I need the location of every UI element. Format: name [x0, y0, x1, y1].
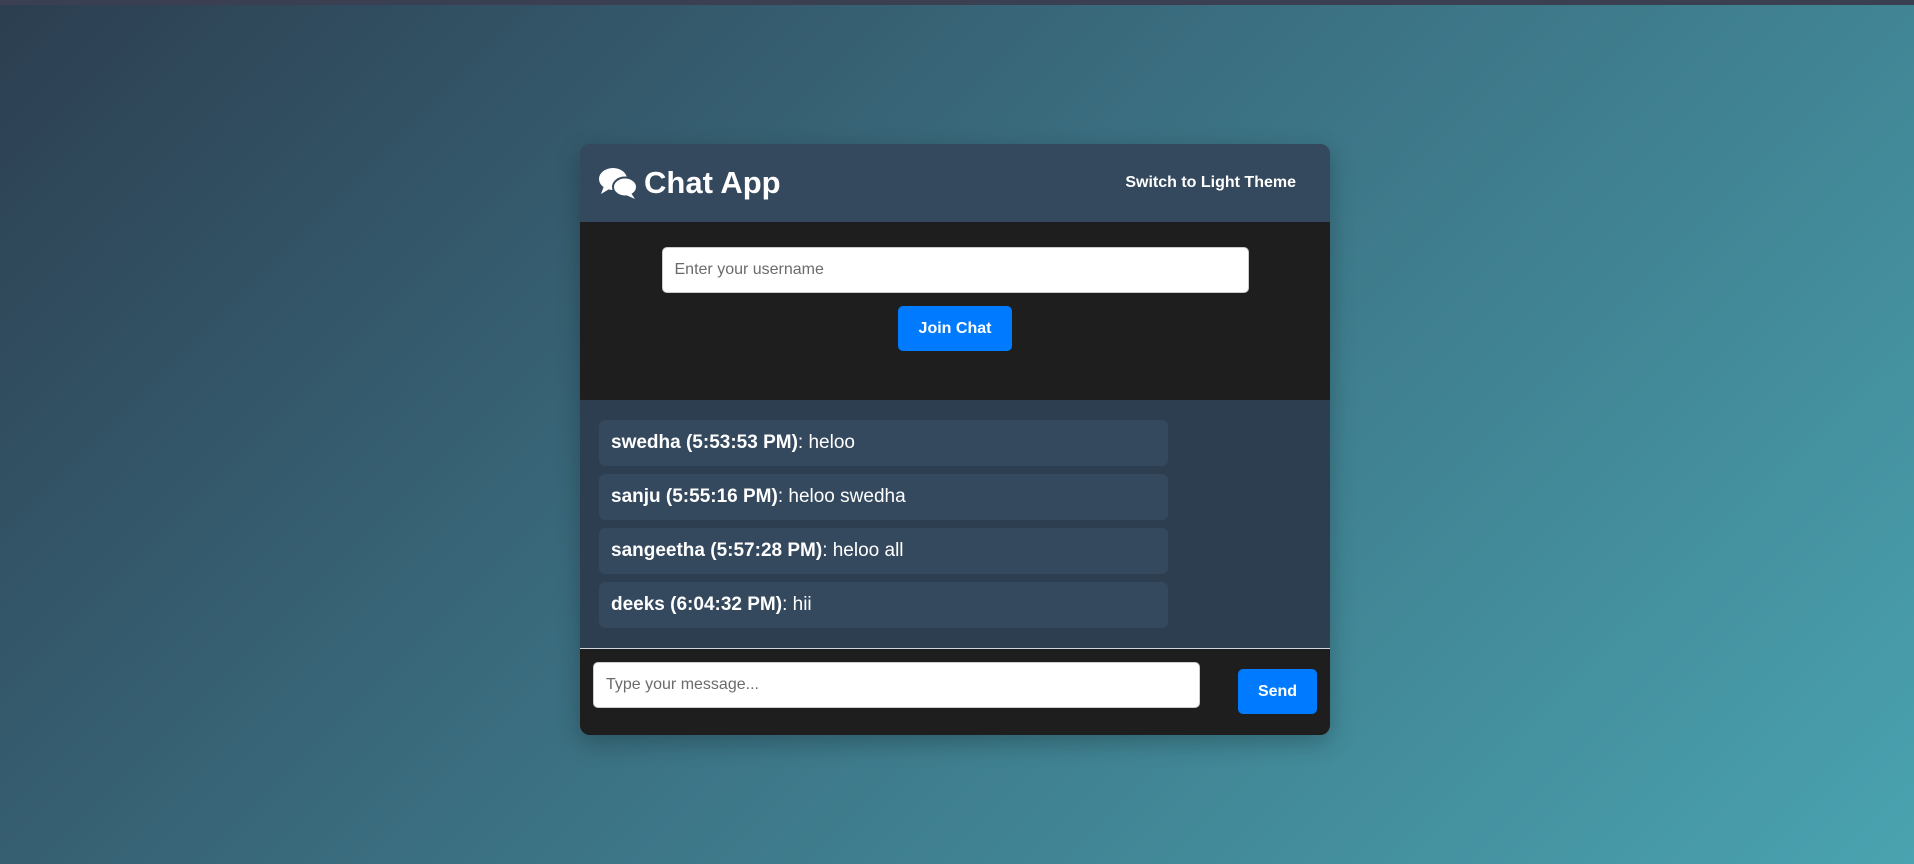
message-composer: Send — [580, 649, 1330, 735]
message-list: swedha (5:53:53 PM): heloo sanju (5:55:1… — [580, 400, 1330, 649]
username-input[interactable] — [661, 247, 1249, 293]
message-sender: deeks (6:04:32 PM) — [611, 594, 783, 615]
chat-bubbles-icon — [598, 166, 638, 200]
message-input[interactable] — [593, 662, 1200, 708]
app-header: Chat App Switch to Light Theme — [580, 144, 1330, 222]
list-item: sanju (5:55:16 PM): heloo swedha — [599, 474, 1168, 520]
list-item: deeks (6:04:32 PM): hii — [599, 582, 1168, 628]
message-sender: sangeetha (5:57:28 PM) — [611, 540, 823, 561]
app-title-group: Chat App — [598, 165, 781, 201]
join-section: Join Chat — [580, 222, 1330, 400]
message-sender: sanju (5:55:16 PM) — [611, 486, 778, 507]
app-title: Chat App — [644, 165, 781, 200]
message-text: : heloo swedha — [777, 486, 906, 507]
join-chat-button[interactable]: Join Chat — [898, 306, 1012, 351]
message-text: : heloo — [797, 432, 855, 453]
list-item: swedha (5:53:53 PM): heloo — [599, 420, 1168, 466]
message-text: : heloo all — [822, 540, 904, 561]
switch-theme-button[interactable]: Switch to Light Theme — [1109, 168, 1312, 198]
chat-app-window: Chat App Switch to Light Theme Join Chat… — [580, 144, 1330, 735]
window-top-strip — [0, 0, 1914, 5]
send-button[interactable]: Send — [1238, 669, 1317, 714]
list-item: sangeetha (5:57:28 PM): heloo all — [599, 528, 1168, 574]
message-sender: swedha (5:53:53 PM) — [611, 432, 798, 453]
message-text: : hii — [782, 594, 812, 615]
